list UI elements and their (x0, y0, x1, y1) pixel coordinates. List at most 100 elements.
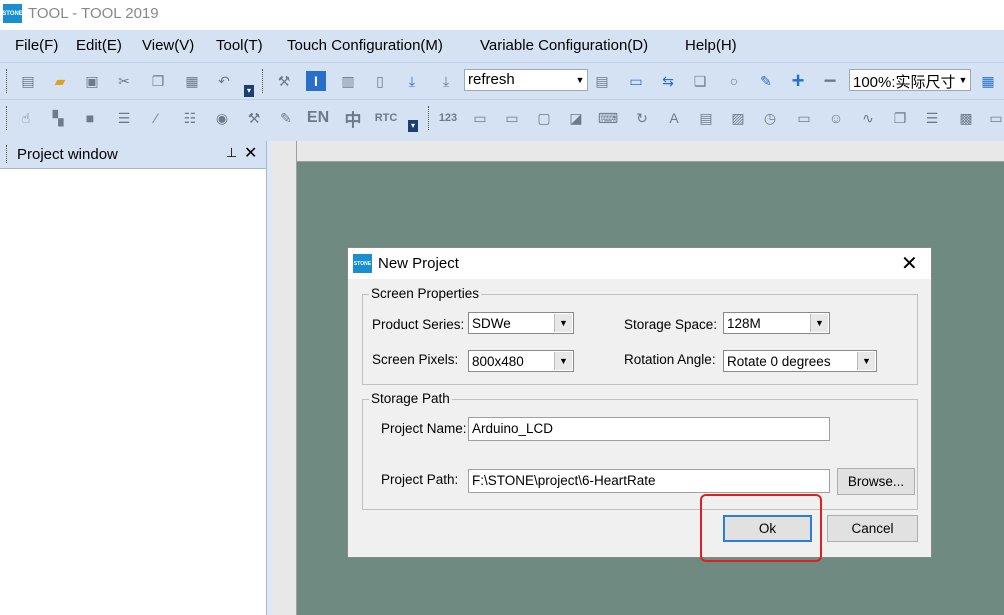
project-window (0, 141, 267, 615)
data-icon[interactable]: ▤ (696, 108, 716, 128)
menu-file[interactable]: File(F) (15, 37, 58, 54)
new-project-icon[interactable]: ▤ (18, 71, 38, 91)
square-icon[interactable]: ■ (80, 108, 100, 128)
list-bullets-icon[interactable]: ☰ (922, 108, 942, 128)
magnifier-icon[interactable]: ○ (724, 71, 744, 91)
slider-icon[interactable]: ⁄ (146, 108, 166, 128)
refresh-combo-value: refresh (468, 71, 515, 88)
refresh-combo[interactable]: refresh ▼ (464, 69, 588, 91)
refresh-icon[interactable]: ↻ (632, 108, 652, 128)
menu-variable-configuration[interactable]: Variable Configuration(D) (480, 37, 648, 54)
image-icon[interactable]: ▨ (728, 108, 748, 128)
rotation-angle-value: Rotate 0 degrees (727, 354, 831, 369)
undo-icon[interactable]: ↶ (214, 71, 234, 91)
chevron-down-icon[interactable]: ▼ (554, 352, 572, 370)
project-name-field[interactable] (468, 417, 830, 441)
download-icon[interactable]: ⤓ (402, 71, 422, 91)
close-icon[interactable]: ✕ (901, 251, 918, 276)
number-icon[interactable]: 123 (438, 108, 458, 128)
hand-pointer-icon[interactable]: ☝ (16, 108, 36, 128)
project-name-input[interactable] (472, 421, 814, 436)
widget-toolbar: ☝ ▚ ■ ☰ ⁄ ☷ ◉ ⚒ ✎ EN 中 RTC ▾ 123 ▭ ▭ ▢ ◪… (0, 99, 1004, 141)
close-icon[interactable]: ✕ (244, 143, 257, 163)
text-box-alt-icon[interactable]: ▭ (502, 108, 522, 128)
display-icon[interactable]: ▭ (794, 108, 814, 128)
toolbar-grip[interactable] (6, 69, 10, 93)
clock-icon[interactable]: ◷ (760, 108, 780, 128)
zh-icon[interactable]: 中 (343, 108, 363, 130)
chevron-down-icon[interactable]: ▼ (956, 70, 970, 90)
toolbar-overflow-icon[interactable]: ▾ (244, 85, 254, 97)
copy-layers-icon[interactable]: ❐ (890, 108, 910, 128)
toolbar-overflow-icon[interactable]: ▾ (408, 120, 418, 132)
product-series-select[interactable]: SDWe ▼ (468, 312, 574, 334)
screen-icon[interactable]: ▭ (986, 108, 1004, 128)
toolbar-grip[interactable] (6, 106, 10, 130)
panel-grip[interactable] (6, 145, 10, 163)
paste-icon[interactable]: ▦ (182, 71, 202, 91)
project-path-field[interactable] (468, 469, 830, 493)
zoom-in-icon[interactable]: + (788, 68, 808, 93)
sliders-icon[interactable]: ☷ (180, 108, 200, 128)
menu-edit[interactable]: Edit(E) (76, 37, 122, 54)
chart-icon[interactable]: ◪ (566, 108, 586, 128)
font-icon[interactable]: A (664, 108, 684, 128)
browse-button[interactable]: Browse... (837, 468, 915, 495)
menu-tool[interactable]: Tool(T) (216, 37, 263, 54)
toolbar-grip[interactable] (262, 69, 266, 93)
main-toolbar: ▤ ▰ ▣ ✂ ❐ ▦ ↶ ▾ ⚒ I ▥ ▯ ⤓ ⤓ refresh ▼ ▤ … (0, 62, 1004, 99)
menu-help[interactable]: Help(H) (685, 37, 737, 54)
project-path-input[interactable] (472, 473, 814, 488)
screen-pixels-label: Screen Pixels: (372, 352, 459, 367)
storage-space-label: Storage Space: (624, 317, 718, 332)
chevron-down-icon[interactable]: ▼ (857, 352, 875, 370)
text-box-icon[interactable]: ▭ (470, 108, 490, 128)
serial-port-icon[interactable]: ▭ (626, 71, 646, 91)
pin-icon[interactable]: ⊥ (226, 145, 237, 161)
menu-bar: File(F) Edit(E) View(V) Tool(T) Touch Co… (0, 30, 1004, 62)
menu-view[interactable]: View(V) (142, 37, 194, 54)
storage-space-select[interactable]: 128M ▼ (723, 312, 830, 334)
copy-icon[interactable]: ❐ (148, 71, 168, 91)
open-folder-icon[interactable]: ▰ (50, 71, 70, 91)
zoom-out-icon[interactable]: − (820, 68, 840, 93)
page-icon[interactable]: ▯ (370, 71, 390, 91)
download-gray-icon[interactable]: ⤓ (436, 71, 456, 91)
toolbar-grip[interactable] (428, 106, 432, 130)
tools-icon[interactable]: ⚒ (274, 71, 294, 91)
eyedropper-icon[interactable]: ✎ (756, 71, 776, 91)
grid-icon[interactable]: ▥ (338, 71, 358, 91)
qr-code-icon[interactable]: ▩ (956, 108, 976, 128)
chevron-down-icon[interactable]: ▼ (573, 70, 587, 90)
radio-icon[interactable]: ◉ (212, 108, 232, 128)
edit-icon[interactable]: ✎ (276, 108, 296, 128)
user-icon[interactable]: ☺ (826, 108, 846, 128)
app-logo-icon: STONE (353, 254, 372, 273)
storage-path-label: Storage Path (369, 391, 452, 406)
zoom-combo[interactable]: 100%:实际尺寸 ▼ (849, 69, 971, 91)
horizontal-ruler (272, 141, 1004, 162)
rtc-icon[interactable]: RTC (375, 108, 398, 128)
file-transfer-icon[interactable]: ⇆ (658, 71, 678, 91)
en-icon[interactable]: EN (307, 108, 329, 128)
rotation-angle-select[interactable]: Rotate 0 degrees ▼ (723, 350, 877, 372)
text-cursor-icon[interactable]: I (306, 71, 326, 91)
screen-pixels-select[interactable]: 800x480 ▼ (468, 350, 574, 372)
calculator-icon[interactable]: ▦ (978, 71, 998, 91)
save-icon[interactable]: ▣ (82, 71, 102, 91)
wrench-icon[interactable]: ⚒ (244, 108, 264, 128)
chevron-down-icon[interactable]: ▼ (554, 314, 572, 332)
variable-icon[interactable]: ▢ (534, 108, 554, 128)
windows-icon[interactable]: ❏ (690, 71, 710, 91)
tiles-icon[interactable]: ▚ (48, 108, 68, 128)
window-title: TOOL - TOOL 2019 (28, 5, 159, 22)
keyboard-icon[interactable]: ⌨ (598, 108, 618, 128)
cancel-button[interactable]: Cancel (827, 515, 918, 542)
cut-icon[interactable]: ✂ (114, 71, 134, 91)
menu-touch-configuration[interactable]: Touch Configuration(M) (287, 37, 443, 54)
dialog-title: New Project (378, 255, 459, 272)
document-search-icon[interactable]: ▤ (592, 71, 612, 91)
curve-icon[interactable]: ∿ (858, 108, 878, 128)
chevron-down-icon[interactable]: ▼ (810, 314, 828, 332)
list-icon[interactable]: ☰ (114, 108, 134, 128)
